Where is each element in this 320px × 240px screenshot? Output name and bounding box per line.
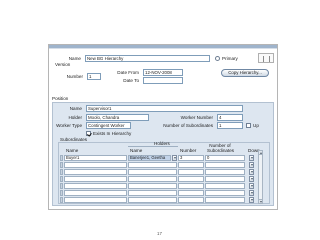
holders-header-divider bbox=[128, 146, 178, 147]
scroll-down-arrow-icon[interactable] bbox=[258, 199, 263, 204]
worker-type-label: Worker Type bbox=[56, 123, 82, 128]
date-to-label: Date To bbox=[123, 78, 139, 83]
subordinate-name-cell[interactable] bbox=[64, 162, 127, 168]
worker-type-field[interactable]: Contingent Worker bbox=[86, 122, 131, 129]
subordinate-name-cell[interactable] bbox=[64, 176, 127, 182]
position-name-field[interactable]: Supervisor1 bbox=[86, 105, 243, 112]
row-selector[interactable] bbox=[60, 197, 63, 203]
holder-label: Holder bbox=[68, 115, 82, 120]
holder-name-cell[interactable] bbox=[128, 197, 177, 203]
holder-name-cell[interactable]: Banerjee1, Geetha bbox=[128, 155, 171, 161]
window-icons-box bbox=[258, 53, 274, 63]
num-subordinates-cell[interactable] bbox=[205, 176, 245, 182]
window-title-divider bbox=[49, 48, 277, 49]
page-number: 17 bbox=[157, 231, 162, 236]
date-to-field[interactable] bbox=[143, 77, 183, 84]
holder-lov-button[interactable] bbox=[172, 155, 177, 161]
num-subordinates-cell[interactable]: 0 bbox=[205, 155, 245, 161]
number-label: Number bbox=[66, 74, 83, 79]
num-subordinates-cell[interactable] bbox=[205, 162, 245, 168]
col-header-num-subordinates: Number of Subordinates bbox=[207, 143, 235, 153]
holder-number-cell[interactable] bbox=[178, 190, 204, 196]
down-button[interactable] bbox=[249, 176, 254, 182]
holder-field[interactable]: Moolo, Chandra bbox=[86, 114, 149, 121]
num-subordinates-cell[interactable] bbox=[205, 169, 245, 175]
holder-number-cell[interactable] bbox=[178, 162, 204, 168]
down-button[interactable] bbox=[249, 155, 254, 161]
subordinate-name-cell[interactable] bbox=[64, 183, 127, 189]
version-label: Version bbox=[55, 62, 71, 67]
holder-name-cell[interactable] bbox=[128, 162, 177, 168]
up-label: Up bbox=[253, 123, 259, 128]
scroll-up-arrow-icon[interactable] bbox=[258, 150, 263, 155]
worker-number-label: Worker Number bbox=[180, 115, 213, 120]
holder-number-cell[interactable] bbox=[178, 197, 204, 203]
divider-icon bbox=[269, 56, 270, 62]
primary-radio[interactable] bbox=[215, 56, 220, 61]
row-selector[interactable] bbox=[60, 169, 63, 175]
row-selector[interactable] bbox=[60, 162, 63, 168]
row-selector[interactable] bbox=[60, 155, 63, 161]
subordinate-name-cell[interactable] bbox=[64, 169, 127, 175]
holder-number-cell[interactable] bbox=[178, 176, 204, 182]
down-button[interactable] bbox=[249, 190, 254, 196]
subordinate-name-cell[interactable]: Buyer1 bbox=[64, 155, 127, 161]
date-from-field[interactable]: 12-NOV-2008 bbox=[143, 69, 183, 76]
num-subordinates-cell[interactable] bbox=[205, 190, 245, 196]
position-name-label: Name bbox=[69, 106, 82, 111]
holder-name-cell[interactable] bbox=[128, 176, 177, 182]
down-button[interactable] bbox=[249, 162, 254, 168]
down-button[interactable] bbox=[249, 169, 254, 175]
num-subordinates-cell[interactable] bbox=[205, 197, 245, 203]
subordinates-scrollbar[interactable] bbox=[258, 150, 263, 204]
up-checkbox[interactable] bbox=[246, 123, 251, 128]
row-selector[interactable] bbox=[60, 183, 63, 189]
col-header-number: Number bbox=[180, 148, 197, 153]
down-button[interactable] bbox=[249, 197, 254, 203]
holder-name-cell[interactable] bbox=[128, 183, 177, 189]
num-subordinates-field[interactable]: 1 bbox=[217, 122, 243, 129]
row-selector[interactable] bbox=[60, 190, 63, 196]
subordinate-name-cell[interactable] bbox=[64, 197, 127, 203]
date-from-label: Date From bbox=[117, 70, 139, 75]
row-selector[interactable] bbox=[60, 176, 63, 182]
hierarchy-name-field[interactable]: New BG Hierarchy bbox=[85, 55, 210, 62]
num-subordinates-label: Number of Subordinates bbox=[163, 123, 213, 128]
version-number-field[interactable]: 1 bbox=[87, 73, 101, 80]
subordinate-name-cell[interactable] bbox=[64, 190, 127, 196]
holder-number-cell[interactable] bbox=[178, 169, 204, 175]
down-button[interactable] bbox=[249, 183, 254, 189]
divider-icon bbox=[263, 56, 264, 62]
col-header-holder-name: Name bbox=[130, 148, 143, 153]
exists-in-hierarchy-label: Exists In Hierarchy bbox=[93, 131, 132, 136]
holder-name-cell[interactable] bbox=[128, 190, 177, 196]
worker-number-field[interactable]: 4 bbox=[217, 114, 243, 121]
col-header-name: Name bbox=[66, 148, 79, 153]
holder-number-cell[interactable]: 3 bbox=[178, 155, 204, 161]
copy-hierarchy-button[interactable]: Copy Hierarchy... bbox=[221, 69, 269, 77]
holder-number-cell[interactable] bbox=[178, 183, 204, 189]
num-subordinates-cell[interactable] bbox=[205, 183, 245, 189]
holder-name-cell[interactable] bbox=[128, 169, 177, 175]
exists-in-hierarchy-checkbox[interactable] bbox=[86, 131, 91, 136]
primary-label: Primary bbox=[222, 56, 238, 61]
